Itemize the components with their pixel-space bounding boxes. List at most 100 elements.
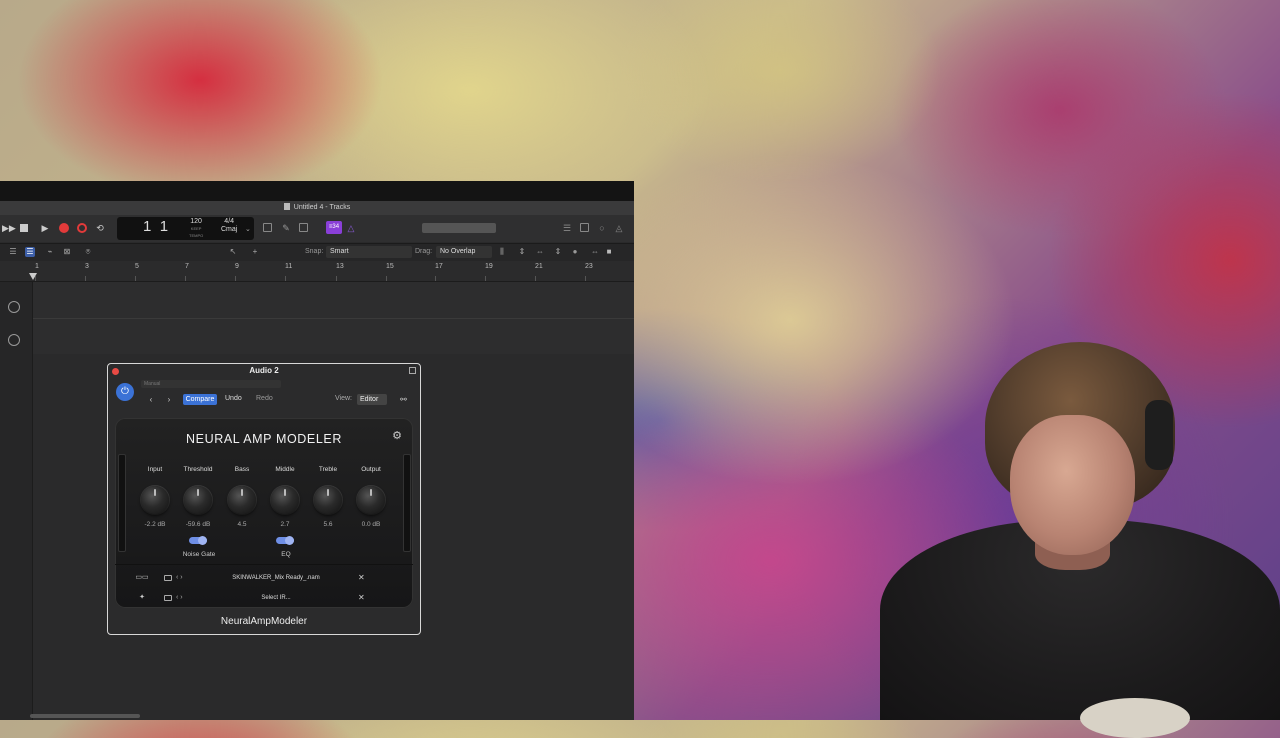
- knob-label: Output: [361, 466, 381, 473]
- bass-knob[interactable]: [228, 486, 256, 514]
- folder-icon[interactable]: [164, 575, 172, 581]
- notepad-icon[interactable]: [580, 223, 589, 232]
- vertical-zoom-icon[interactable]: ⇕: [517, 247, 527, 257]
- clear-model-icon[interactable]: ✕: [358, 573, 365, 583]
- ruler-number: 17: [435, 263, 443, 270]
- model-file-name[interactable]: SKINWALKER_Mix Ready_.nam: [196, 573, 356, 583]
- eq-label: EQ: [281, 551, 291, 558]
- pencil-icon[interactable]: ✎: [281, 223, 291, 233]
- track-headers: [0, 282, 33, 720]
- knob-value: 2.7: [280, 521, 290, 528]
- snap-label: Snap:: [305, 248, 324, 255]
- redo-button[interactable]: Redo: [256, 395, 273, 402]
- list-editor-icon[interactable]: ☰: [562, 223, 572, 233]
- drag-select[interactable]: No Overlap: [436, 246, 492, 258]
- eq-toggle[interactable]: [276, 536, 294, 545]
- knob-label: Middle: [275, 466, 295, 473]
- output-knob[interactable]: [357, 486, 385, 514]
- horizontal-scrollbar[interactable]: [30, 714, 140, 718]
- track-1-volume-knob[interactable]: [8, 301, 20, 313]
- zoom-range-icon[interactable]: ⇔: [590, 247, 600, 257]
- cycle-icon[interactable]: ⟲: [95, 223, 105, 233]
- ruler-number: 19: [485, 263, 493, 270]
- play-button[interactable]: ▶: [40, 223, 50, 233]
- ruler-number: 7: [185, 263, 189, 270]
- folder-icon[interactable]: [164, 595, 172, 601]
- track-2-volume-knob[interactable]: [8, 334, 20, 346]
- waveform-zoom-icon[interactable]: ⫼: [497, 247, 507, 257]
- library-toggle-icon[interactable]: ☰: [8, 247, 18, 257]
- ruler-number: 3: [85, 263, 89, 270]
- ruler-number: 11: [285, 263, 293, 270]
- middle-knob[interactable]: [271, 486, 299, 514]
- fast-forward-icon[interactable]: ▶▶: [2, 223, 16, 233]
- ruler-number: 23: [585, 263, 593, 270]
- ruler-tick: [535, 276, 536, 281]
- nam-title: NEURAL AMP MODELER: [186, 432, 342, 446]
- daw-window-title: Untitled 4 - Tracks: [293, 204, 351, 211]
- list-view-icon[interactable]: ☰: [25, 247, 35, 257]
- cpu-meter[interactable]: [422, 223, 496, 233]
- record-button[interactable]: [59, 223, 69, 233]
- daw-titlebar: Untitled 4 - Tracks: [0, 201, 634, 215]
- gear-icon[interactable]: ⚙: [391, 430, 403, 442]
- catch-icon[interactable]: ⍟: [83, 247, 93, 257]
- flex-icon[interactable]: ⊠: [62, 247, 72, 257]
- pointer-tool-icon[interactable]: ↖: [228, 247, 238, 257]
- undo-button[interactable]: Undo: [225, 395, 242, 402]
- plugin-window-title: Audio 2: [249, 366, 279, 375]
- previous-preset-icon[interactable]: ‹: [146, 395, 156, 405]
- ruler-tick: [285, 276, 286, 281]
- ir-nav-arrows-icon[interactable]: ‹ ›: [176, 593, 183, 603]
- knob-label: Bass: [234, 466, 250, 473]
- lcd-key: Cmaj: [221, 226, 238, 233]
- treble-knob[interactable]: [314, 486, 342, 514]
- zoom-in-icon[interactable]: ⇕: [553, 247, 563, 257]
- playhead-marker[interactable]: [29, 273, 37, 280]
- tuner-icon[interactable]: [263, 223, 272, 232]
- model-nav-arrows-icon[interactable]: ‹ ›: [176, 573, 183, 583]
- lcd-tempo-sub: KEEP: [190, 226, 202, 231]
- knob-label: Threshold: [183, 466, 213, 473]
- webcam-person-face: [1010, 415, 1135, 555]
- automation-icon[interactable]: ⌁: [45, 247, 55, 257]
- webcam-guitar: [1080, 698, 1190, 738]
- lcd-signature: 4/4 Cmaj: [221, 218, 237, 234]
- library-icon[interactable]: ◬: [614, 223, 624, 233]
- next-preset-icon[interactable]: ›: [164, 395, 174, 405]
- preset-select[interactable]: Manual: [141, 380, 281, 388]
- timeline-ruler[interactable]: 1 3 5 7 9 11 13 15 17 19 21 23: [0, 261, 634, 282]
- plugin-footer-name: NeuralAmpModeler: [220, 616, 308, 627]
- link-icon[interactable]: ⚯: [398, 394, 409, 405]
- count-in-icon[interactable]: [299, 223, 308, 232]
- horizontal-zoom-icon[interactable]: ⇔: [535, 247, 545, 257]
- view-select[interactable]: Editor: [357, 394, 387, 405]
- output-meter: [403, 454, 411, 552]
- threshold-knob[interactable]: [184, 486, 212, 514]
- ruler-number: 13: [336, 263, 344, 270]
- lcd-display[interactable]: 1 1 120 KEEP TEMPO 4/4 Cmaj ⌄: [117, 217, 254, 240]
- capture-record-button[interactable]: [77, 223, 87, 233]
- compare-button[interactable]: Compare: [183, 394, 217, 405]
- stop-button[interactable]: [20, 224, 28, 232]
- ruler-tick: [585, 276, 586, 281]
- ir-file-name[interactable]: Select IR...: [196, 593, 356, 603]
- plugin-count-badge[interactable]: ≡34: [326, 221, 342, 234]
- zoom-handle-icon[interactable]: ■: [604, 247, 614, 257]
- clear-ir-icon[interactable]: ✕: [358, 593, 365, 603]
- input-knob[interactable]: [141, 486, 169, 514]
- noise-gate-toggle[interactable]: [189, 536, 207, 545]
- snap-select[interactable]: Smart: [326, 246, 412, 258]
- zoom-slider-icon[interactable]: ●: [570, 247, 580, 257]
- ruler-tick: [386, 276, 387, 281]
- tracks-area[interactable]: [33, 282, 634, 354]
- knob-value: 5.6: [323, 521, 333, 528]
- expand-icon[interactable]: [409, 367, 416, 374]
- warning-icon[interactable]: △: [346, 223, 356, 233]
- knob-label: Treble: [318, 466, 338, 473]
- search-icon[interactable]: ○: [597, 223, 607, 233]
- secondary-tool-icon[interactable]: +: [250, 247, 260, 257]
- power-button[interactable]: ⏻: [116, 383, 134, 401]
- input-meter: [118, 454, 126, 552]
- lcd-chevron-down-icon[interactable]: ⌄: [245, 225, 251, 233]
